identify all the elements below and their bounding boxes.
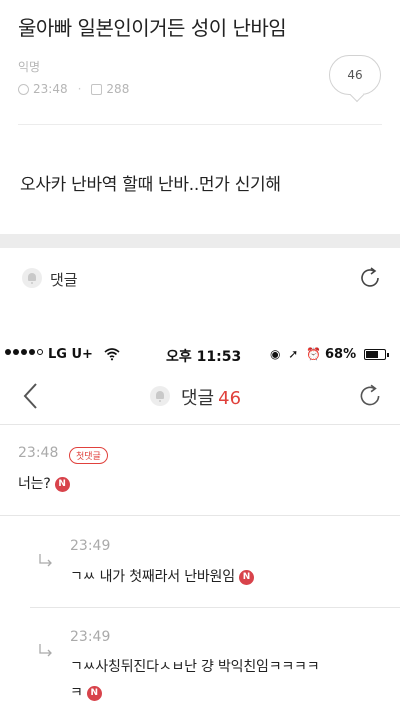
status-time: 오후 11:53 [166,349,242,365]
reply-arrow-icon [39,644,52,657]
divider [18,124,382,125]
post-body: 오사카 난바역 할때 난바..먼가 신기해 [20,175,281,195]
refresh-icon[interactable] [357,265,383,291]
first-comment-badge: 첫댓글 [69,447,108,464]
carrier: LG U+ [48,347,93,362]
section-separator [0,234,400,248]
bell-icon [22,268,42,288]
battery-fill [366,351,379,358]
wifi-icon [104,348,120,361]
views-icon [91,83,103,95]
new-badge: N [54,476,70,492]
new-badge: N [238,569,254,585]
post-title: 울아빠 일본인이거든 성이 난바임 [18,16,287,40]
battery-icon [364,349,389,360]
reply-text: ㄱㅆ 내가 첫째라서 난바원임 [70,569,235,585]
nav-comment-count: 46 [218,388,242,409]
reply-time: 23:49 [70,629,111,645]
post-meta: 23:48 · 288 [18,82,129,96]
comment-text-row: 너는? N [18,473,70,493]
signal-icon [5,349,43,355]
meta-separator: · [77,82,82,96]
reply-text-row: ㄱㅆ 내가 첫째라서 난바원임 N [70,566,254,586]
comment-count: 46 [347,68,363,82]
reply-time: 23:49 [70,538,111,554]
reply-arrow-icon [39,554,52,567]
reply-text-row: ㅋN [70,682,102,702]
divider [30,607,400,608]
post-time: 23:48 [33,82,68,96]
nav-title-label: 댓글 [181,388,215,409]
status-bar: LG U+ 오후 11:53 ◉ ➚ ⏰ 68% [0,343,400,369]
reply-text-line: ㄱㅆ사칭뒤진다ㅅㅂ난 걍 박익친임ㅋㅋㅋㅋ [70,659,320,675]
divider [0,424,400,425]
reply-text-line: ㅋ [70,685,83,701]
comment-bar: 댓글 [0,248,400,318]
new-badge: N [86,685,102,701]
back-chevron-icon[interactable] [20,381,42,411]
comment-text: 너는? [18,476,51,492]
post-author: 익명 [18,60,41,74]
post-views: 288 [106,82,130,96]
battery-percent: 68% [325,347,357,362]
clock-icon [18,83,29,95]
divider [0,515,400,516]
comment-time: 23:48 [18,445,59,461]
nav-title: 댓글 46 [181,384,241,410]
comment-count-bubble[interactable]: 46 [329,55,381,95]
refresh-icon[interactable] [356,382,384,410]
bell-icon [150,386,170,406]
comment-bar-label: 댓글 [50,271,78,289]
status-icons: ◉ ➚ ⏰ [270,347,324,361]
